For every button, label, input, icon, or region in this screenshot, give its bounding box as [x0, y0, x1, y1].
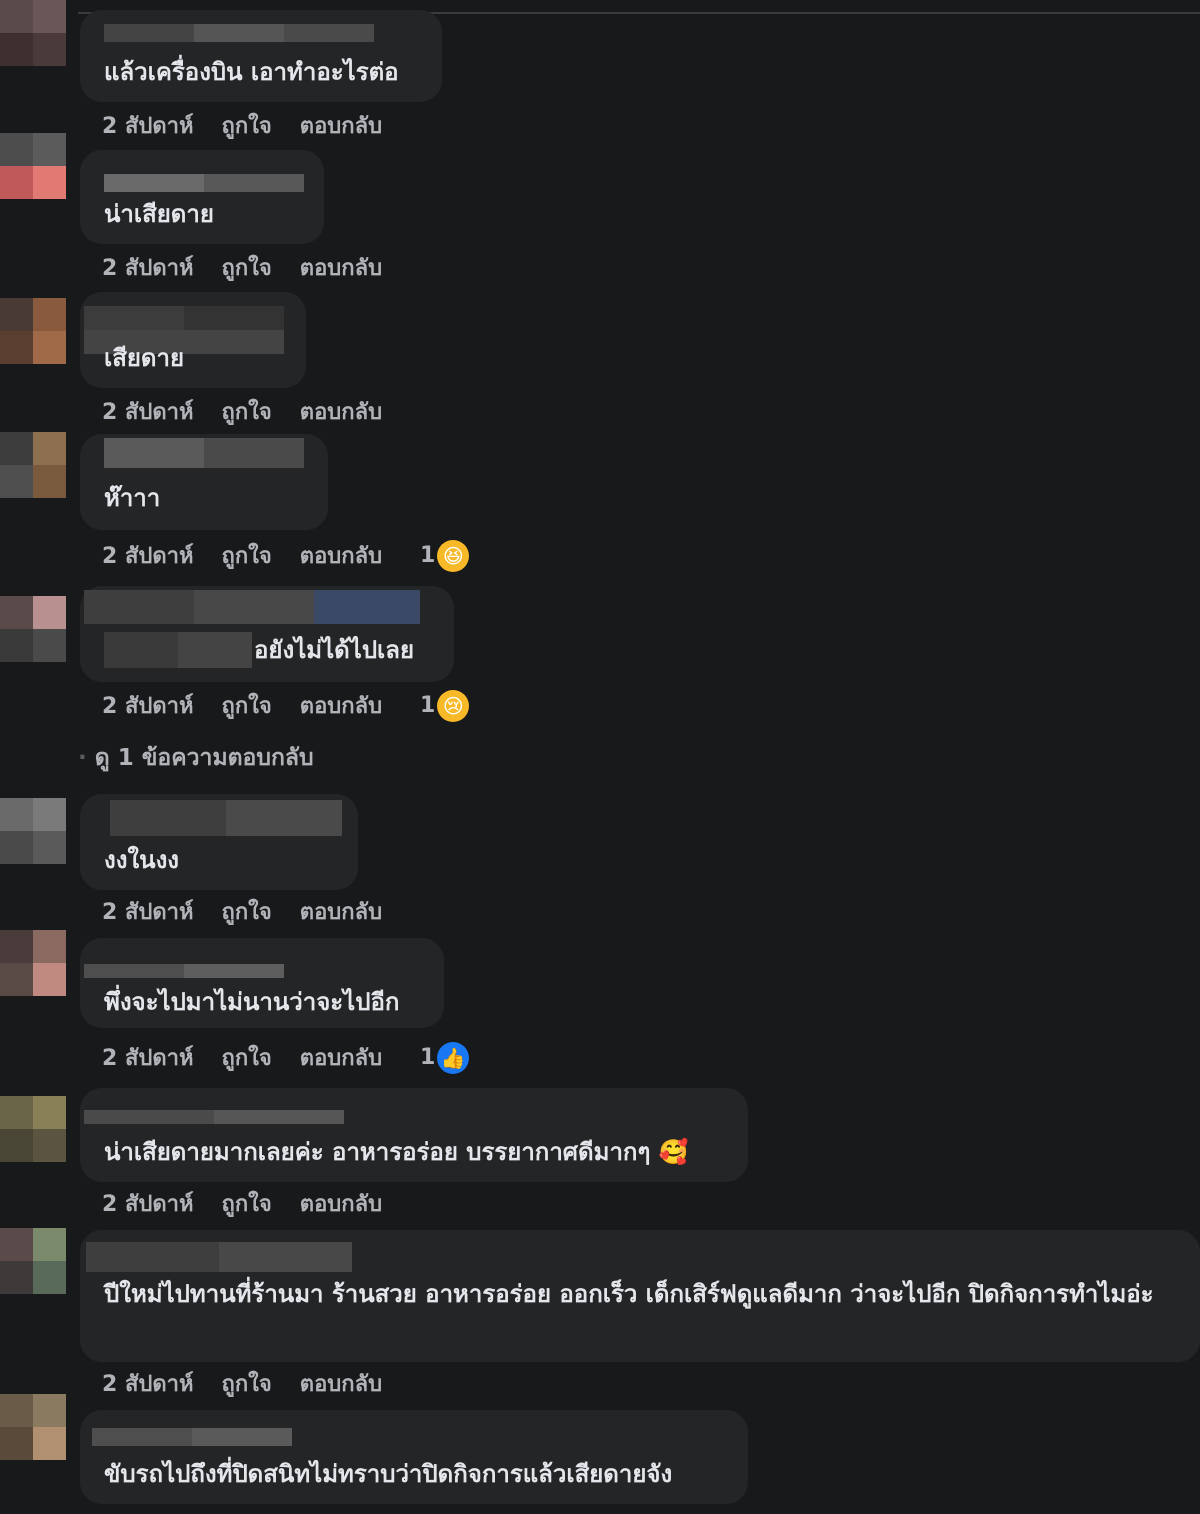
comment-actions: 2 สัปดาห์ ถูกใจ ตอบกลับ 1 😆 — [102, 538, 470, 573]
comment-actions: 2 สัปดาห์ ถูกใจ ตอบกลับ — [102, 394, 382, 429]
reaction-summary[interactable]: 1 👍 — [420, 1041, 470, 1074]
comment-actions: 2 สัปดาห์ ถูกใจ ตอบกลับ 1 👍 — [102, 1040, 470, 1075]
like-link[interactable]: ถูกใจ — [222, 1186, 272, 1221]
like-link[interactable]: ถูกใจ — [222, 394, 272, 429]
avatar[interactable] — [0, 596, 66, 662]
commenter-name-blurred[interactable] — [84, 590, 420, 624]
avatar[interactable] — [0, 298, 66, 364]
comment-time[interactable]: 2 สัปดาห์ — [102, 108, 194, 143]
like-link[interactable]: ถูกใจ — [222, 1366, 272, 1401]
avatar[interactable] — [0, 1394, 66, 1460]
commenter-name-blurred[interactable] — [84, 964, 284, 978]
comment-text: ปีใหม่ไปทานที่ร้านมา ร้านสวย อาหารอร่อย … — [104, 1280, 1154, 1308]
comment-bubble: ปีใหม่ไปทานที่ร้านมา ร้านสวย อาหารอร่อย … — [80, 1230, 1200, 1362]
comment-text: พึ่งจะไปมาไม่นานว่าจะไปอีก — [104, 988, 400, 1016]
comment-text: ขับรถไปถึงที่ปิดสนิทไม่ทราบว่าปิดกิจการแ… — [104, 1460, 673, 1488]
commenter-photo-blurred — [104, 632, 252, 668]
comment-bubble: พึ่งจะไปมาไม่นานว่าจะไปอีก — [80, 938, 444, 1028]
comment-bubble: น่าเสียดาย — [80, 150, 324, 244]
commenter-name-blurred[interactable] — [104, 24, 374, 42]
comment-text: เสียดาย — [104, 344, 185, 372]
comment-time[interactable]: 2 สัปดาห์ — [102, 894, 194, 929]
reply-link[interactable]: ตอบกลับ — [300, 108, 382, 143]
avatar[interactable] — [0, 0, 66, 66]
avatar[interactable] — [0, 432, 66, 498]
avatar[interactable] — [0, 133, 66, 199]
avatar[interactable] — [0, 930, 66, 996]
comment-actions: 2 สัปดาห์ ถูกใจ ตอบกลับ 1 😢 — [102, 688, 470, 723]
comment-bubble: น่าเสียดายมากเลยค่ะ อาหารอร่อย บรรยากาศด… — [80, 1088, 748, 1182]
reply-link[interactable]: ตอบกลับ — [300, 1186, 382, 1221]
commenter-name-blurred[interactable] — [104, 174, 304, 192]
commenter-name-blurred[interactable] — [104, 438, 304, 468]
avatar[interactable] — [0, 1096, 66, 1162]
comment-time[interactable]: 2 สัปดาห์ — [102, 1186, 194, 1221]
reaction-summary[interactable]: 1 😢 — [420, 689, 470, 722]
like-link[interactable]: ถูกใจ — [222, 688, 272, 723]
avatar[interactable] — [0, 1228, 66, 1294]
reaction-count: 1 — [420, 1045, 436, 1070]
comment-bubble: งงในงง — [80, 794, 358, 890]
reply-link[interactable]: ตอบกลับ — [300, 1040, 382, 1075]
view-replies-link[interactable]: · ดู 1 ข้อความตอบกลับ — [78, 740, 314, 776]
comment-actions: 2 สัปดาห์ ถูกใจ ตอบกลับ — [102, 894, 382, 929]
comment-text: อยังไม่ได้ไปเลย — [254, 636, 415, 664]
reply-link[interactable]: ตอบกลับ — [300, 538, 382, 573]
reaction-count: 1 — [420, 693, 436, 718]
commenter-name-blurred[interactable] — [110, 800, 342, 836]
comment-time[interactable]: 2 สัปดาห์ — [102, 250, 194, 285]
comment-time[interactable]: 2 สัปดาห์ — [102, 1040, 194, 1075]
comment-bubble: อยังไม่ได้ไปเลย — [80, 586, 454, 682]
like-link[interactable]: ถูกใจ — [222, 108, 272, 143]
comment-bubble: เสียดาย — [80, 292, 306, 388]
like-link[interactable]: ถูกใจ — [222, 1040, 272, 1075]
commenter-name-blurred[interactable] — [92, 1428, 292, 1446]
like-link[interactable]: ถูกใจ — [222, 538, 272, 573]
reply-thread-icon: · — [78, 745, 95, 771]
reaction-count: 1 — [420, 543, 436, 568]
comment-time[interactable]: 2 สัปดาห์ — [102, 538, 194, 573]
reply-link[interactable]: ตอบกลับ — [300, 250, 382, 285]
comment-actions: 2 สัปดาห์ ถูกใจ ตอบกลับ — [102, 1366, 382, 1401]
reply-link[interactable]: ตอบกลับ — [300, 688, 382, 723]
comment-time[interactable]: 2 สัปดาห์ — [102, 1366, 194, 1401]
reaction-summary[interactable]: 1 😆 — [420, 539, 470, 572]
comment-text: งงในงง — [104, 846, 179, 874]
like-link[interactable]: ถูกใจ — [222, 250, 272, 285]
reply-link[interactable]: ตอบกลับ — [300, 894, 382, 929]
comment-bubble: แล้วเครื่องบิน เอาทำอะไรต่อ — [80, 10, 442, 102]
avatar[interactable] — [0, 798, 66, 864]
comment-text: ห๊าาา — [104, 484, 161, 512]
comment-actions: 2 สัปดาห์ ถูกใจ ตอบกลับ — [102, 108, 382, 143]
comment-text: น่าเสียดาย — [104, 200, 214, 228]
comment-time[interactable]: 2 สัปดาห์ — [102, 688, 194, 723]
comment-bubble: ห๊าาา — [80, 434, 328, 530]
view-replies-label: ดู 1 ข้อความตอบกลับ — [94, 745, 314, 771]
comment-actions: 2 สัปดาห์ ถูกใจ ตอบกลับ — [102, 1186, 382, 1221]
sad-icon: 😢 — [437, 689, 470, 722]
commenter-name-blurred[interactable] — [86, 1242, 352, 1272]
comment-bubble: ขับรถไปถึงที่ปิดสนิทไม่ทราบว่าปิดกิจการแ… — [80, 1410, 748, 1504]
comment-text: น่าเสียดายมากเลยค่ะ อาหารอร่อย บรรยากาศด… — [104, 1138, 689, 1166]
comment-text: แล้วเครื่องบิน เอาทำอะไรต่อ — [104, 58, 399, 86]
reply-link[interactable]: ตอบกลับ — [300, 1366, 382, 1401]
reply-link[interactable]: ตอบกลับ — [300, 394, 382, 429]
comment-time[interactable]: 2 สัปดาห์ — [102, 394, 194, 429]
like-icon: 👍 — [437, 1041, 470, 1074]
commenter-name-blurred[interactable] — [84, 1110, 344, 1124]
like-link[interactable]: ถูกใจ — [222, 894, 272, 929]
comment-actions: 2 สัปดาห์ ถูกใจ ตอบกลับ — [102, 250, 382, 285]
laugh-icon: 😆 — [437, 539, 470, 572]
